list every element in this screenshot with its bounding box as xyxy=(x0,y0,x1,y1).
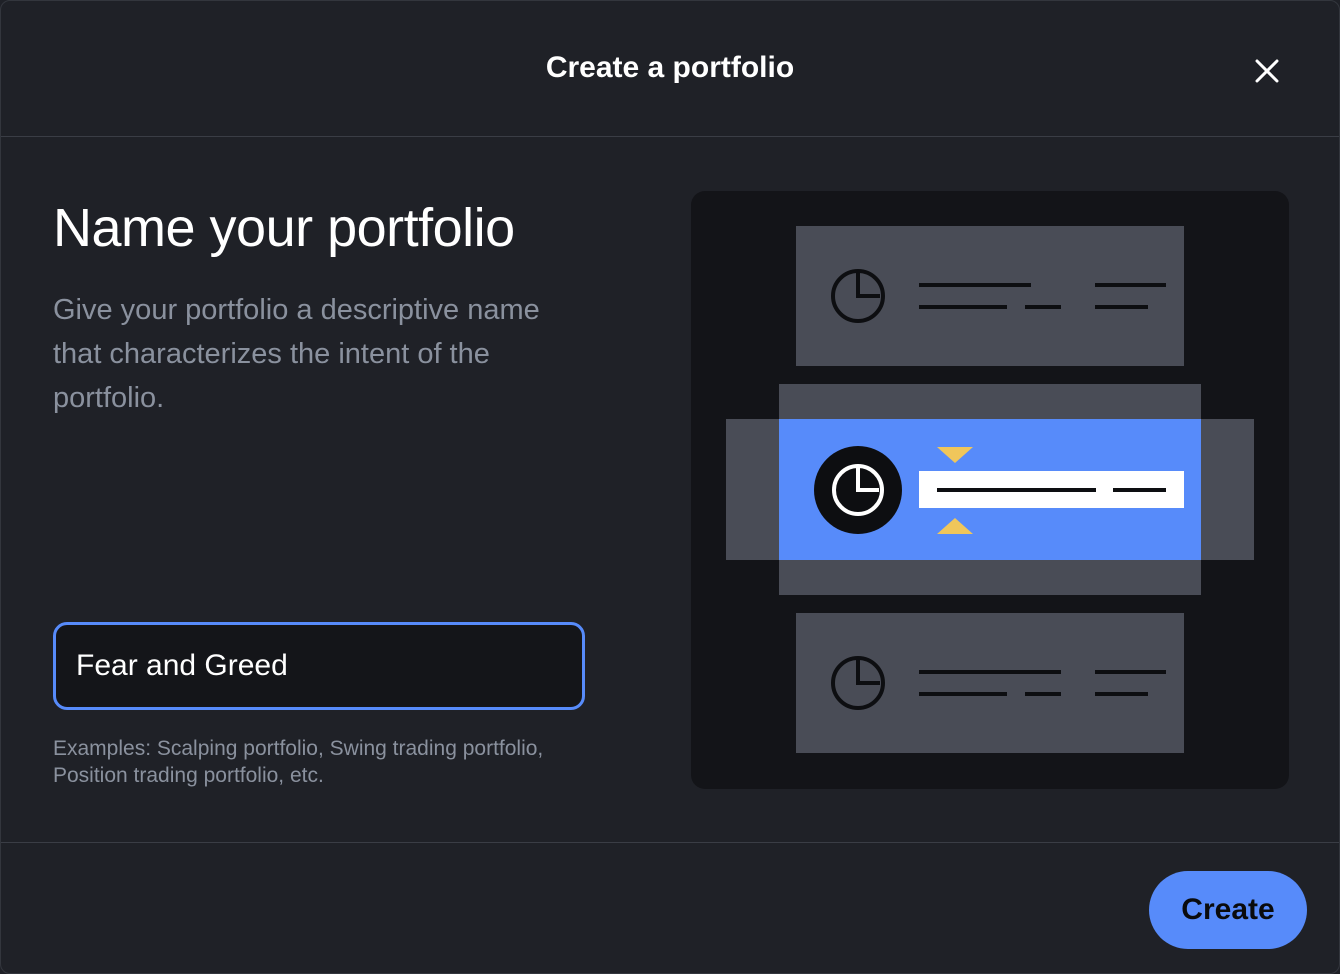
page-heading: Name your portfolio xyxy=(53,198,515,258)
dialog-header: Create a portfolio xyxy=(1,1,1339,137)
close-icon xyxy=(1255,59,1279,83)
examples-hint: Examples: Scalping portfolio, Swing trad… xyxy=(53,737,544,787)
footer-divider xyxy=(1,842,1339,843)
close-button[interactable] xyxy=(1245,49,1289,93)
portfolio-name-input[interactable] xyxy=(56,625,582,707)
illustration-graphic xyxy=(726,226,1254,753)
portfolio-name-field[interactable] xyxy=(53,622,585,710)
illustration-card-top xyxy=(796,226,1184,366)
illustration-card-bottom xyxy=(796,613,1184,753)
description-text: Give your portfolio a descriptive name t… xyxy=(53,294,540,414)
create-portfolio-dialog: Create a portfolio Name your portfolio G… xyxy=(0,0,1340,974)
portfolio-illustration xyxy=(691,191,1289,789)
pie-chart-icon xyxy=(814,446,902,534)
create-button[interactable]: Create xyxy=(1149,871,1307,949)
dialog-title: Create a portfolio xyxy=(545,51,795,84)
